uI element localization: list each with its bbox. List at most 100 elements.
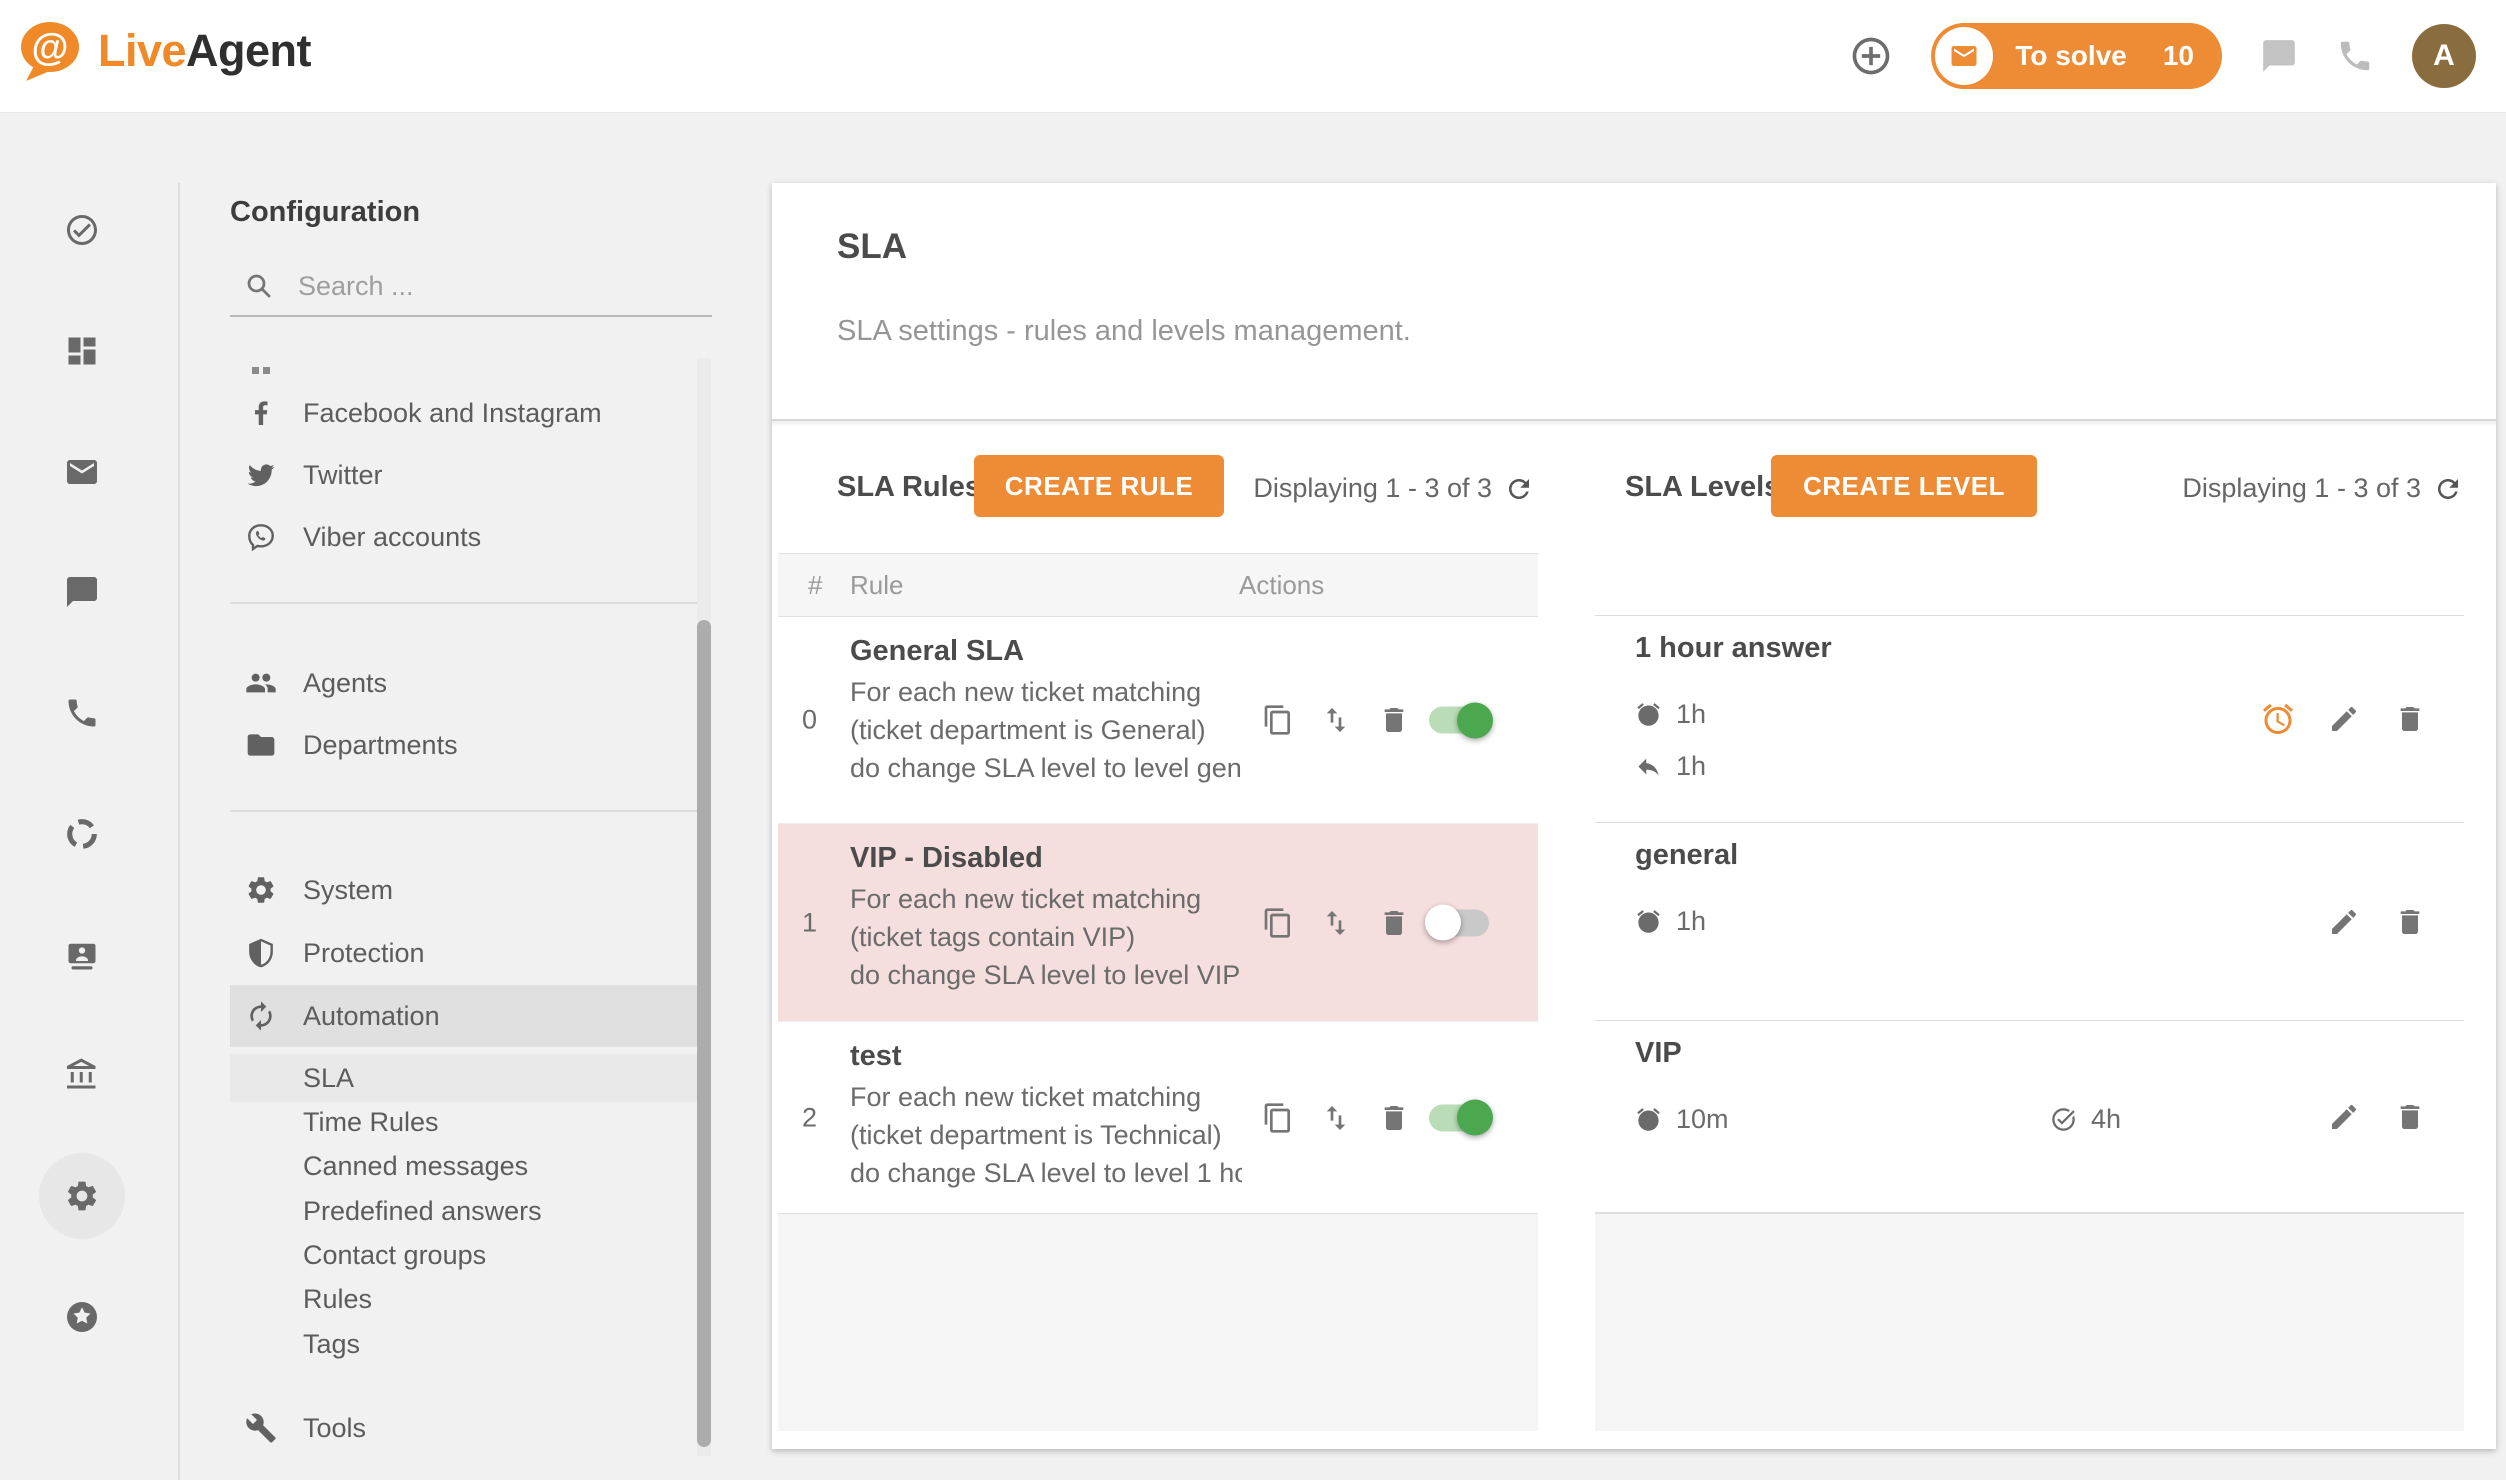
logo-at-symbol: @: [31, 27, 68, 69]
rule-line: For each new ticket matching: [850, 673, 1242, 711]
rail-item[interactable]: [48, 320, 116, 382]
chat-bubble-icon: [2260, 37, 2298, 75]
rail-item[interactable]: [48, 441, 116, 503]
sidebar-subitem[interactable]: Tags: [230, 1322, 698, 1366]
level-metrics: 1h: [1635, 895, 2235, 947]
sidebar-subitem[interactable]: Contact groups: [230, 1233, 698, 1277]
action-button[interactable]: [2392, 701, 2428, 737]
sidebar-item[interactable]: Protection: [230, 922, 698, 984]
edit-icon: [2328, 703, 2360, 735]
sidebar-item[interactable]: Twitter: [230, 444, 698, 506]
create-level-button[interactable]: CREATE LEVEL: [1771, 455, 2037, 517]
alarm-filled-icon: [1635, 1106, 1662, 1133]
to-solve-button[interactable]: To solve 10: [1931, 23, 2222, 89]
chat-button[interactable]: [2260, 37, 2298, 75]
sidebar-item[interactable]: Facebook and Instagram: [230, 382, 698, 444]
action-button[interactable]: [2326, 1099, 2362, 1135]
viber-icon: [245, 521, 277, 553]
rail-item[interactable]: [48, 561, 116, 623]
rule-actions: [1260, 905, 1412, 941]
add-button[interactable]: [1849, 34, 1893, 78]
action-button[interactable]: [2326, 701, 2362, 737]
sidebar-subitem-label: SLA: [303, 1063, 354, 1094]
rail-item[interactable]: [48, 803, 116, 865]
sidebar-item[interactable]: Viber accounts: [230, 506, 698, 568]
sidebar-subitem-label: Predefined answers: [303, 1196, 542, 1227]
rule-toggle[interactable]: [1429, 707, 1489, 734]
sidebar-item[interactable]: Departments: [230, 714, 698, 776]
refresh-icon[interactable]: [2433, 474, 2463, 504]
rule-title: test: [850, 1034, 1242, 1078]
bank-icon: [64, 1057, 100, 1093]
action-button[interactable]: [1260, 905, 1296, 941]
envelope-badge: [1935, 27, 1993, 85]
envelope-icon: [1949, 41, 1979, 71]
sort-icon: [1320, 907, 1352, 939]
sidebar-item[interactable]: Tools: [230, 1397, 698, 1459]
action-button[interactable]: [1376, 905, 1412, 941]
shield-icon: [245, 937, 277, 969]
refresh-icon[interactable]: [1504, 474, 1534, 504]
level-metrics: 10m 4h: [1635, 1093, 2235, 1145]
rule-content: test For each new ticket matching (ticke…: [850, 1034, 1242, 1192]
twitter-icon: [245, 459, 277, 491]
action-button[interactable]: [1318, 702, 1354, 738]
rule-number: 2: [802, 1102, 817, 1133]
rule-toggle[interactable]: [1429, 909, 1489, 936]
action-button[interactable]: [2326, 904, 2362, 940]
action-button[interactable]: [1318, 905, 1354, 941]
phone-button[interactable]: [2336, 37, 2374, 75]
dashboard-icon: [64, 333, 100, 369]
sidebar-subitem-label: Contact groups: [303, 1240, 486, 1271]
rail-item[interactable]: [48, 1165, 116, 1227]
delete-icon: [2394, 906, 2426, 938]
sla-header: SLA SLA settings - rules and levels mana…: [772, 183, 2496, 419]
sla-rules-panel: SLA Rules CREATE RULE Displaying 1 - 3 o…: [778, 424, 1538, 1431]
sidebar-subitem[interactable]: Canned messages: [230, 1144, 698, 1188]
rule-toggle[interactable]: [1429, 1104, 1489, 1131]
rule-actions: [1260, 1100, 1412, 1136]
response-time-value: 1h: [1676, 906, 1706, 937]
sidebar-subitem[interactable]: SLA: [230, 1054, 698, 1102]
sidebar-subitem-label: Canned messages: [303, 1151, 528, 1182]
rail-divider: [178, 183, 180, 1480]
action-button[interactable]: [2392, 1099, 2428, 1135]
sidebar-subitem[interactable]: Rules: [230, 1277, 698, 1321]
sidebar-subitem[interactable]: Time Rules: [230, 1100, 698, 1144]
rail-item[interactable]: [48, 1044, 116, 1106]
sidebar-subitem[interactable]: Predefined answers: [230, 1189, 698, 1233]
avatar[interactable]: A: [2412, 24, 2476, 88]
action-button[interactable]: [1376, 1100, 1412, 1136]
sidebar-item[interactable]: Agents: [230, 652, 698, 714]
rail-item[interactable]: [48, 1286, 116, 1348]
action-button[interactable]: [1260, 702, 1296, 738]
people-icon: [245, 667, 277, 699]
action-button[interactable]: [1260, 1100, 1296, 1136]
response-time-metric: 1h: [1635, 895, 2050, 947]
rule-content: General SLA For each new ticket matching…: [850, 629, 1242, 787]
folder-icon: [245, 729, 277, 761]
sidebar-item-label: Viber accounts: [303, 522, 481, 553]
sidebar-item[interactable]: Automation: [230, 985, 698, 1047]
rail-item[interactable]: [48, 924, 116, 986]
sidebar-menu: Facebook and Instagram Twitter Viber acc…: [230, 0, 698, 1480]
rule-line: do change SLA level to level 1 ho: [850, 1154, 1242, 1192]
rail-item[interactable]: [48, 682, 116, 744]
rail-item[interactable]: [48, 199, 116, 261]
copy-icon: [1262, 1102, 1294, 1134]
response-time-metric: 1h: [1635, 688, 2050, 740]
sidebar-item-label: Facebook and Instagram: [303, 398, 602, 429]
column-rule: Rule: [850, 570, 903, 601]
clipped-menu-item: [230, 316, 698, 382]
action-button[interactable]: [1318, 1100, 1354, 1136]
create-rule-button[interactable]: CREATE RULE: [974, 455, 1224, 517]
action-button[interactable]: [2392, 904, 2428, 940]
action-button[interactable]: [1376, 702, 1412, 738]
action-button[interactable]: [2260, 701, 2296, 737]
reply-icon: [1635, 753, 1662, 780]
sidebar-item[interactable]: System: [230, 859, 698, 921]
delete-icon: [1378, 1102, 1410, 1134]
levels-displaying-text: Displaying 1 - 3 of 3: [2182, 473, 2421, 504]
response-time-value: 1h: [1676, 699, 1706, 730]
sidebar-scrollbar-thumb[interactable]: [697, 620, 711, 1447]
